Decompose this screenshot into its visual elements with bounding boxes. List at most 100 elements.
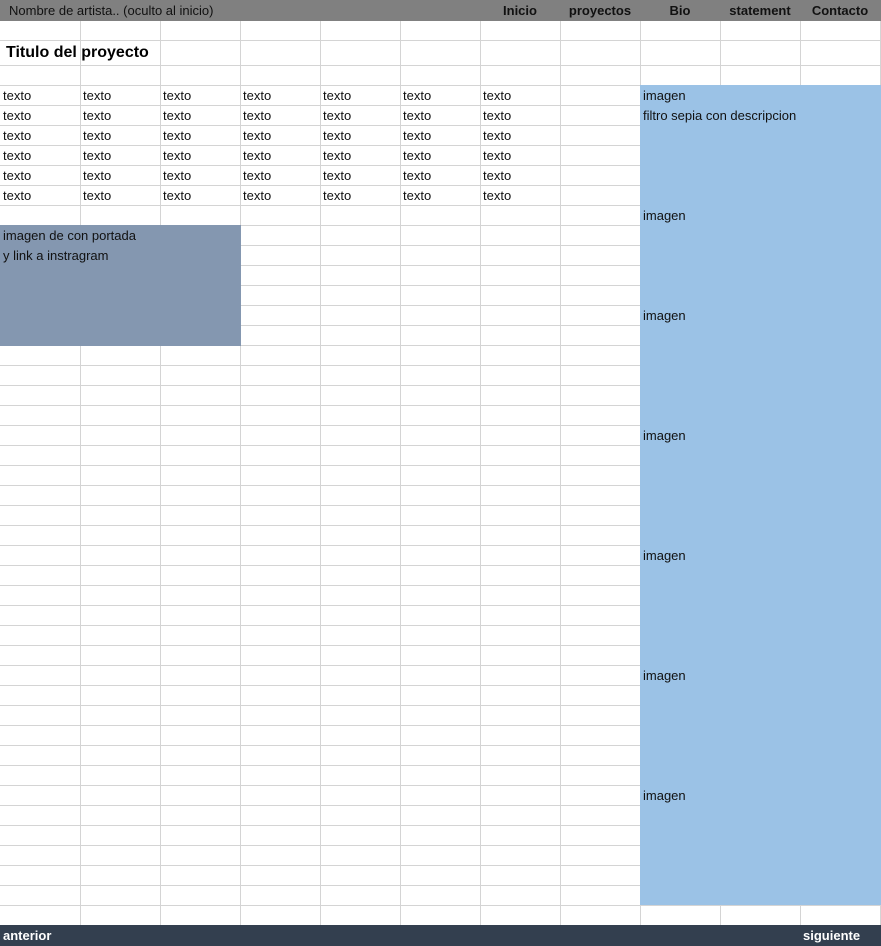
grid-cell	[320, 285, 401, 306]
nav-contacto[interactable]: Contacto	[800, 3, 880, 18]
grid-cell	[80, 745, 161, 766]
grid-cell	[240, 445, 321, 466]
gallery-image[interactable]: imagen	[640, 426, 686, 446]
grid-cell	[160, 65, 241, 86]
grid-cell	[160, 405, 241, 426]
nav-proyectos[interactable]: proyectos	[560, 3, 640, 18]
grid-cell	[400, 385, 481, 406]
grid-cell	[640, 905, 721, 926]
grid-cell	[480, 405, 561, 426]
text-cell: texto	[3, 128, 32, 143]
grid-cell	[240, 65, 321, 86]
gallery-image[interactable]: imagen	[640, 666, 686, 686]
grid-cell	[80, 705, 161, 726]
grid-cell	[560, 645, 641, 666]
grid-cell	[480, 325, 561, 346]
grid-cell	[0, 365, 81, 386]
grid-cell	[480, 365, 561, 386]
grid-cell	[560, 765, 641, 786]
grid-cell	[400, 605, 481, 626]
gallery-image[interactable]: imagen	[640, 786, 686, 806]
gallery-image-label: imagen	[643, 88, 686, 103]
grid-cell	[560, 145, 641, 166]
grid-cell	[400, 405, 481, 426]
grid-cell	[240, 905, 321, 926]
grid-cell	[480, 65, 561, 86]
text-cell: texto	[483, 148, 512, 163]
grid-cell	[480, 865, 561, 886]
grid-cell	[160, 365, 241, 386]
grid-cell	[240, 745, 321, 766]
grid-cell	[240, 625, 321, 646]
grid-cell	[240, 225, 321, 246]
text-cell: texto	[83, 168, 112, 183]
grid-cell	[160, 665, 241, 686]
nav-inicio[interactable]: Inicio	[480, 3, 560, 18]
next-button[interactable]: siguiente	[803, 928, 860, 943]
grid-cell	[240, 585, 321, 606]
gallery-image[interactable]: imagen	[640, 306, 686, 326]
grid-cell	[400, 825, 481, 846]
grid-cell	[320, 485, 401, 506]
grid-cell	[320, 20, 401, 41]
grid-cell	[480, 805, 561, 826]
grid-cell	[560, 745, 641, 766]
grid-cell	[0, 625, 81, 646]
gallery-image[interactable]: imagen	[640, 546, 686, 566]
text-cell: texto	[483, 168, 512, 183]
grid-cell	[80, 725, 161, 746]
grid-cell	[160, 545, 241, 566]
grid-cell	[240, 605, 321, 626]
nav-statement[interactable]: statement	[720, 3, 800, 18]
grid-cell	[560, 40, 641, 66]
grid-cell	[240, 465, 321, 486]
grid-cell	[80, 445, 161, 466]
grid-cell	[240, 505, 321, 526]
grid-cell	[560, 445, 641, 466]
grid-cell	[0, 905, 81, 926]
grid-cell	[0, 645, 81, 666]
grid-cell	[560, 705, 641, 726]
grid-cell	[480, 845, 561, 866]
grid-cell	[160, 385, 241, 406]
grid-cell	[240, 525, 321, 546]
grid-cell	[240, 705, 321, 726]
grid-cell	[240, 425, 321, 446]
grid-cell	[240, 565, 321, 586]
cover-text: y link a instragram	[3, 248, 109, 263]
footer-bar: anterior siguiente	[0, 925, 881, 946]
grid-cell	[560, 785, 641, 806]
grid-cell	[320, 525, 401, 546]
text-cell: texto	[243, 168, 272, 183]
text-cell: texto	[3, 168, 32, 183]
grid-cell	[0, 725, 81, 746]
grid-cell	[400, 685, 481, 706]
grid-cell	[320, 65, 401, 86]
grid-cell	[800, 40, 881, 66]
grid-cell	[80, 905, 161, 926]
grid-cell	[160, 425, 241, 446]
prev-button[interactable]: anterior	[3, 928, 51, 943]
grid-cell	[80, 645, 161, 666]
grid-cell	[160, 40, 241, 66]
grid-cell	[400, 545, 481, 566]
grid-cell	[160, 745, 241, 766]
gallery-image[interactable]: imagen	[640, 206, 686, 226]
grid-cell	[0, 385, 81, 406]
grid-cell	[400, 365, 481, 386]
grid-cell	[240, 885, 321, 906]
grid-cell	[320, 765, 401, 786]
grid-cell	[400, 765, 481, 786]
grid-cell	[320, 585, 401, 606]
nav-bio[interactable]: Bio	[640, 3, 720, 18]
grid-cell	[560, 345, 641, 366]
grid-cell	[400, 345, 481, 366]
text-cell: texto	[403, 188, 432, 203]
text-cell: texto	[3, 88, 32, 103]
grid-cell	[160, 20, 241, 41]
grid-cell	[80, 885, 161, 906]
text-cell: texto	[83, 88, 112, 103]
text-cell: texto	[163, 188, 192, 203]
grid-cell	[400, 245, 481, 266]
grid-cell	[240, 405, 321, 426]
